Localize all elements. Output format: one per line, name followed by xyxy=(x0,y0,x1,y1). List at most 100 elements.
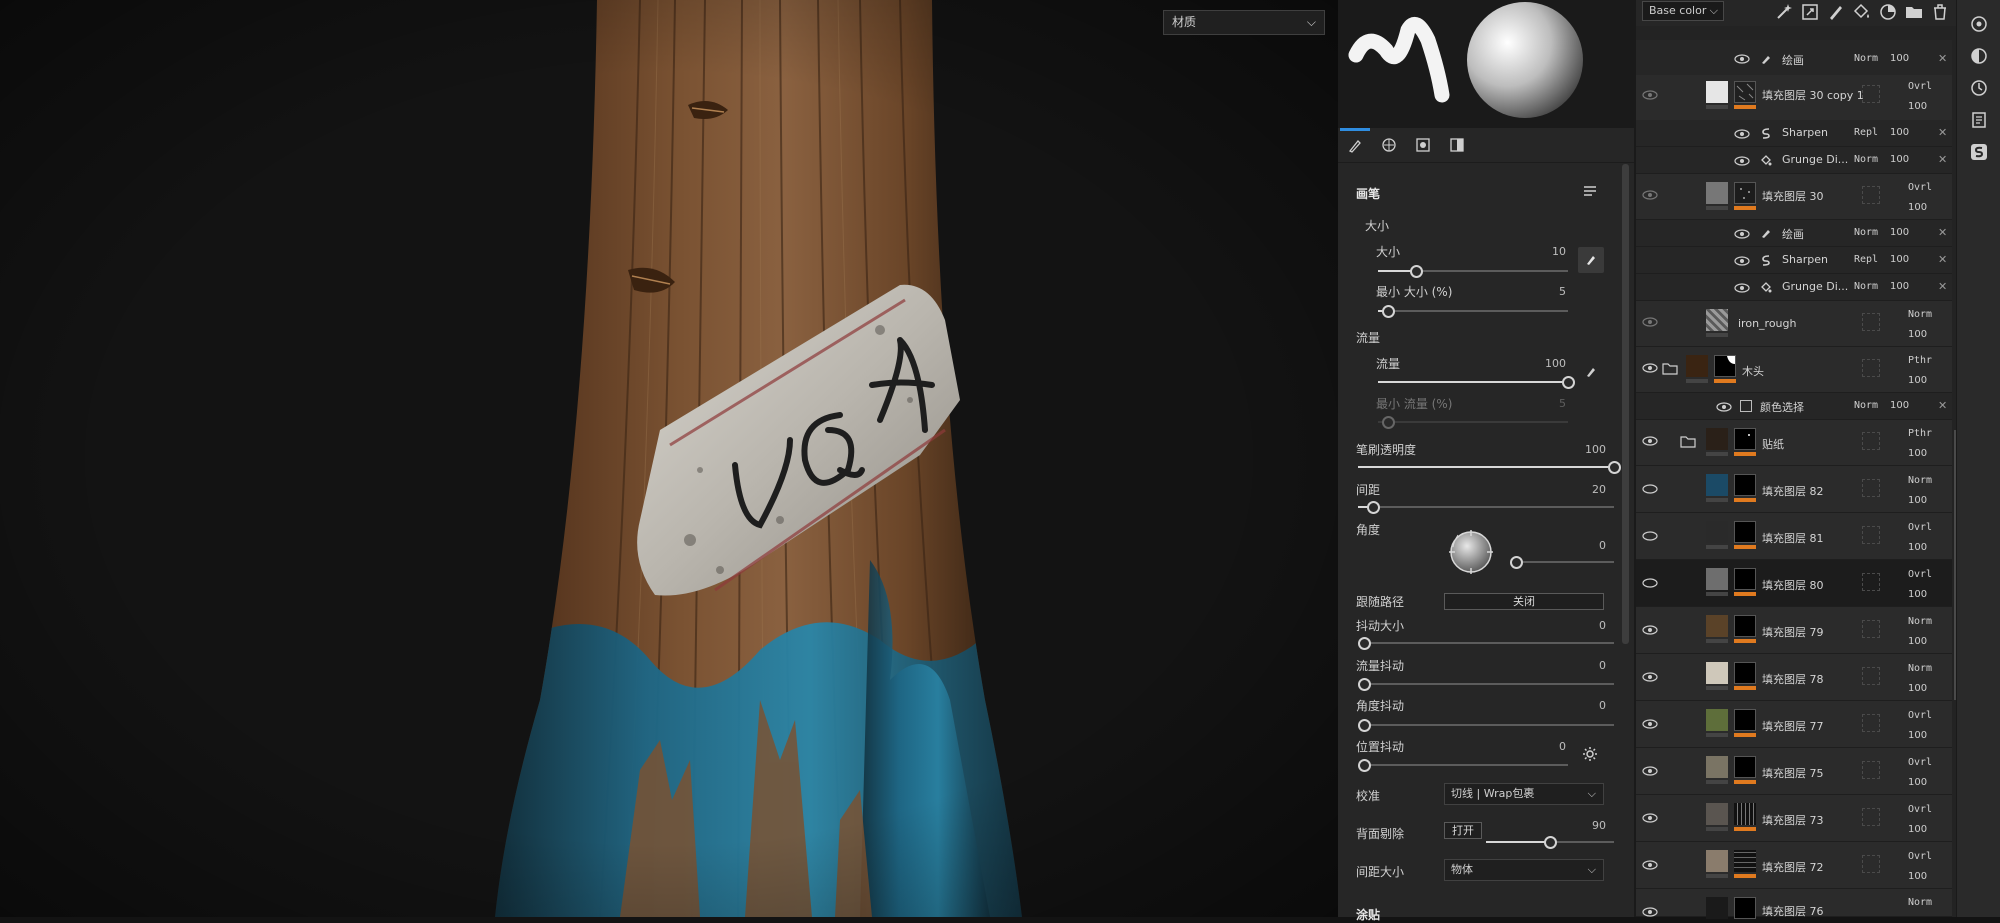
eye-icon[interactable] xyxy=(1642,531,1658,541)
eye-icon[interactable] xyxy=(1642,719,1658,729)
channel-select[interactable]: Base color ⌵ xyxy=(1642,1,1724,21)
backface-culling-toggle[interactable]: 打开 xyxy=(1444,822,1482,839)
eye-icon[interactable] xyxy=(1642,190,1658,200)
eye-icon[interactable] xyxy=(1642,672,1658,682)
flow-slider[interactable] xyxy=(1378,381,1568,383)
layer-mask-thumbnail[interactable] xyxy=(1734,803,1756,825)
add-mask-slot[interactable] xyxy=(1862,667,1880,685)
presets-menu-icon[interactable] xyxy=(1582,183,1598,199)
tab-material[interactable] xyxy=(1374,130,1404,160)
angle-slider[interactable] xyxy=(1516,561,1614,563)
layer-mask-thumbnail[interactable] xyxy=(1734,897,1756,919)
tab-mask[interactable] xyxy=(1408,130,1438,160)
eye-icon[interactable] xyxy=(1734,229,1750,239)
tab-brush-properties[interactable] xyxy=(1340,128,1370,161)
brush-opacity-slider[interactable] xyxy=(1358,466,1614,468)
layer-mask-thumbnail[interactable] xyxy=(1734,521,1756,543)
eye-icon[interactable] xyxy=(1734,54,1750,64)
add-mask-slot[interactable] xyxy=(1862,620,1880,638)
layer-mask-thumbnail[interactable] xyxy=(1734,709,1756,731)
layer-fill-81[interactable]: 填充图层 81 Ovrl 100 xyxy=(1636,513,1952,560)
size-jitter-slider[interactable] xyxy=(1358,642,1614,644)
close-icon[interactable]: ✕ xyxy=(1938,52,1947,65)
layer-effect-sharpen[interactable]: Sharpen Repl 100 ✕ xyxy=(1636,247,1952,274)
layer-mask-thumbnail[interactable] xyxy=(1734,568,1756,590)
close-icon[interactable]: ✕ xyxy=(1938,126,1947,139)
add-mask-slot[interactable] xyxy=(1862,186,1880,204)
paint-brush-icon[interactable] xyxy=(1826,2,1846,22)
eye-icon[interactable] xyxy=(1642,317,1658,327)
smart-material-icon[interactable] xyxy=(1878,2,1898,22)
pen-pressure-size-button[interactable] xyxy=(1578,247,1604,273)
size-slider-handle[interactable] xyxy=(1410,265,1423,278)
angle-dial[interactable] xyxy=(1446,527,1496,577)
eye-icon[interactable] xyxy=(1734,283,1750,293)
fill-bucket-icon[interactable] xyxy=(1852,2,1872,22)
3d-viewport[interactable]: 材质 ⌵ xyxy=(0,0,1338,917)
layer-effect-row[interactable]: 绘画 Norm 100 ✕ xyxy=(1636,40,1952,79)
layer-fill-82[interactable]: 填充图层 82 Norm 100 xyxy=(1636,466,1952,513)
angle-jitter-slider-handle[interactable] xyxy=(1358,719,1371,732)
min-size-slider-handle[interactable] xyxy=(1381,305,1395,318)
flow-slider-handle[interactable] xyxy=(1562,376,1575,389)
add-mask-slot[interactable] xyxy=(1862,479,1880,497)
flow-jitter-value[interactable]: 0 xyxy=(1576,659,1606,672)
size-jitter-slider-handle[interactable] xyxy=(1358,637,1371,650)
add-mask-slot[interactable] xyxy=(1862,808,1880,826)
position-jitter-slider-handle[interactable] xyxy=(1358,759,1371,772)
layer-folder-wood[interactable]: 木头 Pthr 100 xyxy=(1636,347,1952,393)
close-icon[interactable]: ✕ xyxy=(1938,253,1947,266)
checkbox[interactable] xyxy=(1740,400,1752,412)
layer-fill-80[interactable]: 填充图层 80 Ovrl 100 xyxy=(1636,560,1952,607)
layer-fill-77[interactable]: 填充图层 77 Ovrl 100 xyxy=(1636,701,1952,748)
layer-mask-thumbnail[interactable] xyxy=(1734,428,1756,450)
spacing-value[interactable]: 20 xyxy=(1576,483,1606,496)
eye-icon[interactable] xyxy=(1642,90,1658,100)
follow-path-toggle[interactable]: 关闭 xyxy=(1444,593,1604,610)
flow-value[interactable]: 100 xyxy=(1536,357,1566,370)
folder-icon[interactable] xyxy=(1662,361,1678,375)
eye-icon[interactable] xyxy=(1642,625,1658,635)
layer-mask-thumbnail[interactable] xyxy=(1714,355,1736,377)
spacing-slider[interactable] xyxy=(1358,506,1614,508)
eye-icon[interactable] xyxy=(1642,484,1658,494)
eye-icon[interactable] xyxy=(1642,907,1658,917)
layer-fill-75[interactable]: 填充图层 75 Ovrl 100 xyxy=(1636,748,1952,795)
layer-effect-paint[interactable]: 绘画 Norm 100 ✕ xyxy=(1636,220,1952,247)
folder-icon[interactable] xyxy=(1680,434,1696,448)
alignment-select[interactable]: 切线 | Wrap包裹 ⌵ xyxy=(1444,783,1604,805)
backface-angle-slider-handle[interactable] xyxy=(1544,836,1557,849)
close-icon[interactable]: ✕ xyxy=(1938,280,1947,293)
spacing-slider-handle[interactable] xyxy=(1367,501,1381,514)
min-size-value[interactable]: 5 xyxy=(1536,285,1566,298)
layer-iron-rough[interactable]: iron_rough Norm 100 xyxy=(1636,301,1952,347)
add-mask-slot[interactable] xyxy=(1862,855,1880,873)
angle-slider-handle[interactable] xyxy=(1510,556,1523,569)
gear-icon[interactable] xyxy=(1582,746,1598,762)
angle-jitter-slider[interactable] xyxy=(1358,724,1614,726)
eye-icon[interactable] xyxy=(1642,813,1658,823)
layer-fill-79[interactable]: 填充图层 79 Norm 100 xyxy=(1636,607,1952,654)
properties-scrollbar[interactable] xyxy=(1622,164,1629,644)
eye-icon[interactable] xyxy=(1642,766,1658,776)
eye-icon[interactable] xyxy=(1716,402,1732,412)
layer-fill-30[interactable]: 填充图层 30 Ovrl 100 xyxy=(1636,174,1952,220)
substance-share-icon[interactable] xyxy=(1969,142,1989,162)
min-size-slider[interactable] xyxy=(1378,310,1568,312)
close-icon[interactable]: ✕ xyxy=(1938,399,1947,412)
spacing-size-select[interactable]: 物体 ⌵ xyxy=(1444,859,1604,881)
flow-jitter-slider[interactable] xyxy=(1358,683,1614,685)
eye-icon[interactable] xyxy=(1734,129,1750,139)
tab-stencil[interactable] xyxy=(1442,130,1472,160)
layer-mask-thumbnail[interactable] xyxy=(1734,850,1756,872)
close-icon[interactable]: ✕ xyxy=(1938,153,1947,166)
backface-angle-value[interactable]: 90 xyxy=(1576,819,1606,832)
angle-value[interactable]: 0 xyxy=(1576,539,1606,552)
position-jitter-value[interactable]: 0 xyxy=(1536,740,1566,753)
eye-icon[interactable] xyxy=(1642,436,1658,446)
material-mode-select[interactable]: 材质 ⌵ xyxy=(1163,10,1325,35)
layer-fill-73[interactable]: 填充图层 73 Ovrl 100 xyxy=(1636,795,1952,842)
add-mask-slot[interactable] xyxy=(1862,526,1880,544)
eye-icon[interactable] xyxy=(1734,156,1750,166)
display-settings-icon[interactable] xyxy=(1969,14,1989,34)
